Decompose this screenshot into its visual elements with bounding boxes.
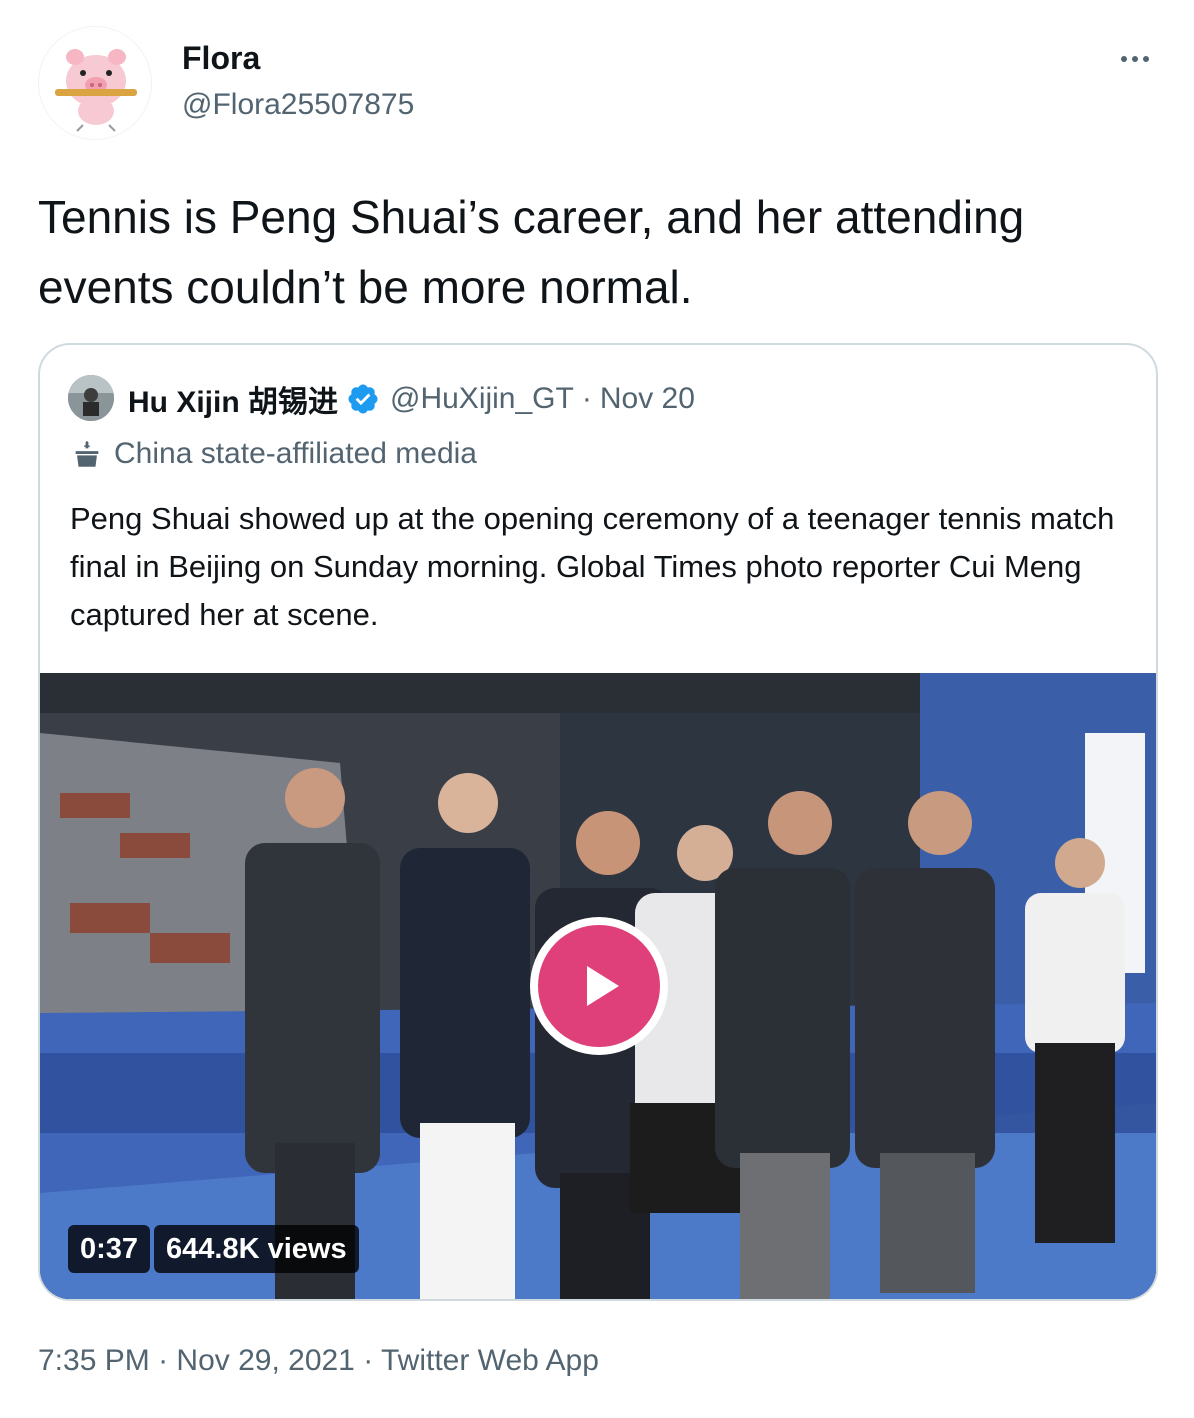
quoted-handle[interactable]: @HuXijin_GT (390, 382, 574, 416)
verified-badge-icon (348, 384, 378, 414)
tweet-footer: 7:35 PM · Nov 29, 2021 · Twitter Web App (38, 1344, 599, 1378)
author-avatar[interactable] (38, 26, 152, 140)
quoted-tweet-text: Peng Shuai showed up at the opening cere… (70, 501, 1115, 632)
play-button[interactable] (530, 917, 668, 1055)
quoted-display-name[interactable]: Hu Xijin 胡锡进 (128, 377, 338, 421)
video-views-badge: 644.8K views (154, 1225, 359, 1273)
quoted-avatar-photo-icon (68, 375, 114, 421)
state-media-label[interactable]: China state-affiliated media (70, 437, 477, 471)
more-dot-icon (1143, 56, 1149, 62)
state-media-label-text: China state-affiliated media (114, 437, 477, 470)
pig-cartoon-avatar-icon (55, 49, 137, 132)
tweet-date[interactable]: Nov 29, 2021 (176, 1344, 354, 1377)
quoted-author-avatar (68, 375, 114, 421)
more-options-button[interactable] (1112, 44, 1158, 74)
tweet-time[interactable]: 7:35 PM (38, 1344, 150, 1377)
quoted-date[interactable]: Nov 20 (600, 382, 695, 416)
footer-separator: · (354, 1344, 381, 1377)
quoted-tweet-card[interactable]: Hu Xijin 胡锡进 @HuXijin_GT · Nov 20 China … (38, 343, 1158, 1301)
author-handle[interactable]: @Flora25507875 (182, 88, 414, 122)
more-dot-icon (1132, 56, 1138, 62)
header-separator: · (581, 382, 592, 415)
more-dot-icon (1121, 56, 1127, 62)
podium-icon (75, 441, 99, 467)
author-display-name[interactable]: Flora (182, 40, 260, 77)
play-icon (587, 966, 619, 1006)
footer-separator: · (149, 1344, 177, 1377)
tweet-text: Tennis is Peng Shuai’s career, and her a… (38, 191, 1025, 313)
tweet-source[interactable]: Twitter Web App (381, 1344, 599, 1377)
video-duration-badge: 0:37 (68, 1225, 151, 1273)
play-button-circle (538, 925, 660, 1047)
video-player[interactable]: 0:37 644.8K views (40, 673, 1156, 1299)
